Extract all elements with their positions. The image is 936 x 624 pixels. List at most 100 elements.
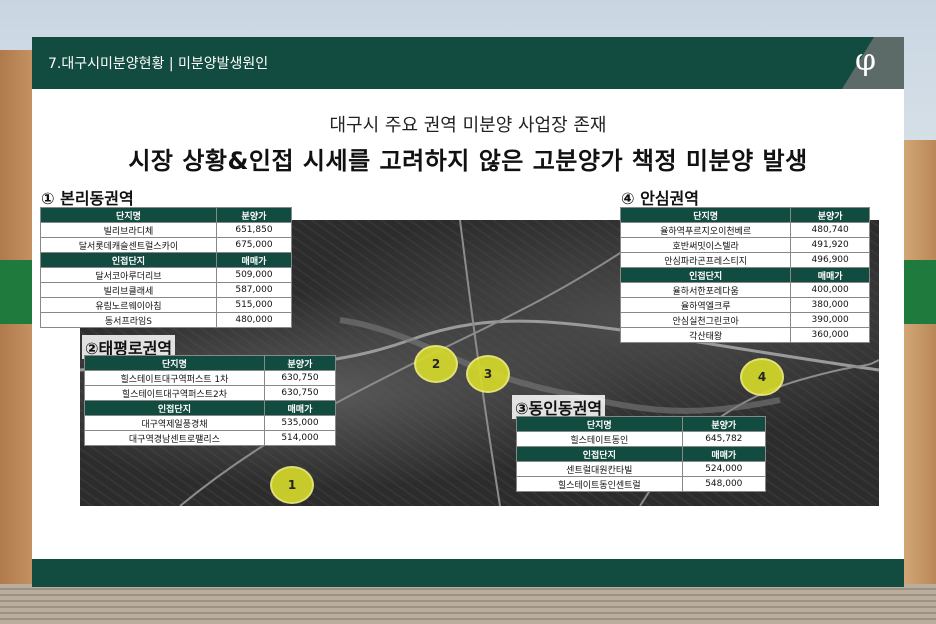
cell: 안심파라곤프레스티지 [619,252,792,268]
table-row: 율하서한포레다움 400,000 [619,282,870,298]
cell: 빌리브라디체 [40,222,217,238]
header-cell: 매매가 [681,446,767,462]
cell: 힐스테이트동인 [516,431,683,447]
cell: 524,000 [681,461,767,477]
map-marker-1: 1 [270,466,314,504]
region-1-table: 단지명 분양가 빌리브라디체 651,850 달서롯데캐슬센트럴스카이 675,000… [40,207,293,328]
cell: 548,000 [681,476,767,492]
header-cell: 인접단지 [84,400,265,416]
slide: 7.대구시미분양현황 | 미분양발생원인 φ 대구시 주요 권역 미분양 사업장… [32,37,904,587]
table-header-row: 인접단지 매매가 [84,400,337,416]
table-row: 힐스테이트동인 645,782 [516,431,767,447]
cell: 390,000 [790,312,870,328]
table-row: 달서롯데캐슬센트럴스카이 675,000 [40,237,293,253]
map-marker-3: 3 [466,355,510,393]
table-row: 대구역경남센트로팰리스 514,000 [84,430,337,446]
table-row: 안심파라곤프레스티지 496,900 [619,252,870,268]
section-title: 7.대구시미분양현황 | 미분양발생원인 [48,56,269,72]
slide-header-bar: 7.대구시미분양현황 | 미분양발생원인 φ [32,37,904,89]
table-header-row: 단지명 분양가 [619,207,870,223]
cell: 535,000 [263,415,337,431]
cell: 빌리브클래세 [40,282,217,298]
table-row: 달서코아루더리브 509,000 [40,267,293,283]
cell: 509,000 [215,267,293,283]
cell: 센트럴대원칸타빌 [516,461,683,477]
cell: 514,000 [263,430,337,446]
header-cell: 분양가 [681,416,767,432]
table-row: 율하역엘크루 380,000 [619,297,870,313]
table-row: 힐스테이트동인센트럴 548,000 [516,476,767,492]
cell: 480,740 [790,222,870,238]
cell: 630,750 [263,385,337,401]
table-row: 각산태왕 360,000 [619,327,870,343]
table-row: 호반써밋이스텔라 491,920 [619,237,870,253]
table-row: 율하역푸르지오이천베르 480,740 [619,222,870,238]
table-header-row: 단지명 분양가 [84,355,337,371]
header-cell: 분양가 [215,207,293,223]
table-row: 유림노르웨이아침 515,000 [40,297,293,313]
cell: 630,750 [263,370,337,386]
region-4-title: ④ 안심권역 [618,185,702,209]
table-row: 안심실천그린코아 390,000 [619,312,870,328]
table-header-row: 인접단지 매매가 [619,267,870,283]
slide-subtitle: 대구시 주요 권역 미분양 사업장 존재 [329,115,607,136]
logo-glyph: φ [854,43,876,78]
table-row: 힐스테이트대구역퍼스트2차 630,750 [84,385,337,401]
map-marker-2: 2 [414,345,458,383]
cell: 대구역경남센트로팰리스 [84,430,265,446]
cell: 400,000 [790,282,870,298]
slide-footer-bar [32,559,904,587]
table-row: 빌리브클래세 587,000 [40,282,293,298]
cell: 675,000 [215,237,293,253]
table-row: 힐스테이트대구역퍼스트 1차 630,750 [84,370,337,386]
header-cell: 인접단지 [619,267,792,283]
cell: 515,000 [215,297,293,313]
region-1-title: ① 본리동권역 [38,185,137,209]
cell: 645,782 [681,431,767,447]
region-3-table: 단지명 분양가 힐스테이트동인 645,782 인접단지 매매가 센트럴대원칸타빌 52… [516,416,767,492]
table-row: 대구역제일풍경채 535,000 [84,415,337,431]
table-row: 빌리브라디체 651,850 [40,222,293,238]
header-cell: 분양가 [263,355,337,371]
map-marker-4: 4 [740,358,784,396]
header-cell: 매매가 [790,267,870,283]
cell: 587,000 [215,282,293,298]
header-cell: 인접단지 [516,446,683,462]
cell: 호반써밋이스텔라 [619,237,792,253]
background-stairs [0,584,936,624]
cell: 안심실천그린코아 [619,312,792,328]
cell: 달서코아루더리브 [40,267,217,283]
cell: 491,920 [790,237,870,253]
cell: 달서롯데캐슬센트럴스카이 [40,237,217,253]
cell: 율하역푸르지오이천베르 [619,222,792,238]
header-cell: 매매가 [215,252,293,268]
cell: 율하서한포레다움 [619,282,792,298]
cell: 율하역엘크루 [619,297,792,313]
header-cell: 인접단지 [40,252,217,268]
cell: 힐스테이트대구역퍼스트2차 [84,385,265,401]
logo: φ [812,37,904,89]
region-2-table: 단지명 분양가 힐스테이트대구역퍼스트 1차 630,750 힐스테이트대구역퍼스트… [84,355,337,446]
cell: 380,000 [790,297,870,313]
background-building-right [902,140,936,624]
cell: 힐스테이트동인센트럴 [516,476,683,492]
header-cell: 단지명 [84,355,265,371]
cell: 대구역제일풍경채 [84,415,265,431]
cell: 496,900 [790,252,870,268]
header-cell: 매매가 [263,400,337,416]
table-header-row: 단지명 분양가 [516,416,767,432]
table-header-row: 단지명 분양가 [40,207,293,223]
table-row: 동서프라임S 480,000 [40,312,293,328]
cell: 480,000 [215,312,293,328]
table-header-row: 인접단지 매매가 [516,446,767,462]
cell: 힐스테이트대구역퍼스트 1차 [84,370,265,386]
background-green-band-left [0,260,32,324]
header-cell: 분양가 [790,207,870,223]
region-4-table: 단지명 분양가 율하역푸르지오이천베르 480,740 호반써밋이스텔라 491,92… [619,207,870,343]
cell: 각산태왕 [619,327,792,343]
table-row: 센트럴대원칸타빌 524,000 [516,461,767,477]
table-header-row: 인접단지 매매가 [40,252,293,268]
cell: 651,850 [215,222,293,238]
header-cell: 단지명 [516,416,683,432]
background-green-band-right [904,260,936,324]
